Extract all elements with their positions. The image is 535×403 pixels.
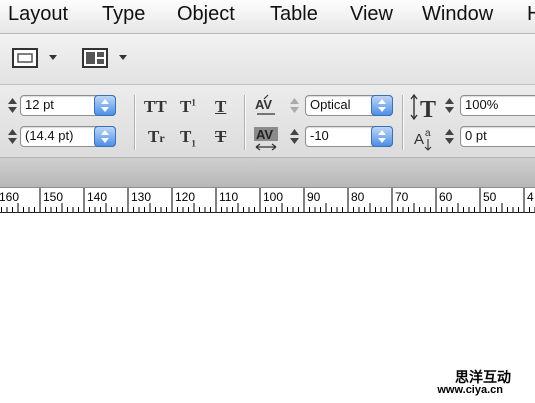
- subscript-icon[interactable]: T1: [180, 127, 196, 148]
- menu-type[interactable]: Type: [102, 3, 145, 26]
- svg-text:A: A: [414, 131, 424, 148]
- watermark-url: www.ciya.cn: [437, 384, 503, 396]
- frame-view-icon: [12, 48, 57, 68]
- all-caps-icon[interactable]: TT: [144, 97, 167, 117]
- ruler-label: 90: [307, 190, 321, 204]
- view-options-menu[interactable]: [10, 45, 60, 71]
- menu-window[interactable]: Window: [422, 3, 493, 26]
- font-size-value: 12 pt: [25, 97, 54, 112]
- kerning-icon: AV: [255, 94, 275, 115]
- document-tab-strip: [0, 158, 535, 188]
- tracking-value: -10: [310, 128, 329, 143]
- menu-layout[interactable]: Layout: [8, 3, 68, 26]
- leading-value: (14.4 pt): [25, 128, 74, 143]
- ruler-label: 140: [87, 190, 108, 204]
- tracking-field[interactable]: -10: [305, 126, 393, 147]
- vertical-scale-icon: T: [410, 93, 436, 121]
- vertical-scale-field[interactable]: 100%: [460, 95, 535, 116]
- font-size-field[interactable]: 12 pt: [20, 95, 116, 116]
- ruler-label: 160: [0, 190, 20, 204]
- baseline-shift-stepper[interactable]: [444, 126, 455, 147]
- baseline-shift-icon: A a: [414, 128, 432, 151]
- leading-stepper[interactable]: [7, 126, 18, 147]
- font-size-stepper[interactable]: [7, 95, 18, 116]
- updown-arrows-icon: [101, 99, 109, 112]
- ruler-label: 70: [395, 190, 409, 204]
- svg-text:AV: AV: [255, 97, 272, 112]
- kerning-stepper[interactable]: [289, 95, 300, 116]
- arrange-documents-menu[interactable]: [80, 45, 130, 71]
- menu-object[interactable]: Object: [177, 3, 235, 26]
- kerning-field[interactable]: Optical: [305, 95, 393, 116]
- ruler-label: 60: [439, 190, 453, 204]
- chevron-down-icon: [119, 55, 127, 60]
- ruler-label: 120: [175, 190, 196, 204]
- character-control-panel: 12 pt (14.4 pt) TT T1 T Tr T1 T AV Optic…: [0, 85, 535, 158]
- tracking-stepper[interactable]: [289, 126, 300, 147]
- superscript-icon[interactable]: T1: [180, 97, 196, 117]
- layout-grid-icon: [82, 48, 127, 68]
- vertical-scale-stepper[interactable]: [444, 95, 455, 116]
- menu-bar: Layout Type Object Table View Window H: [0, 0, 535, 34]
- leading-field[interactable]: (14.4 pt): [20, 126, 116, 147]
- ruler-label: 80: [351, 190, 365, 204]
- separator: [402, 95, 403, 150]
- underline-icon[interactable]: T: [215, 97, 226, 117]
- small-caps-icon[interactable]: Tr: [148, 127, 165, 147]
- svg-text:AV: AV: [256, 127, 273, 142]
- font-size-dropdown[interactable]: [94, 95, 116, 116]
- ruler-label: 100: [263, 190, 284, 204]
- chevron-down-icon: [49, 55, 57, 60]
- tracking-dropdown[interactable]: [371, 126, 393, 147]
- application-bar: [0, 34, 535, 85]
- strikethrough-icon[interactable]: T: [215, 127, 226, 147]
- menu-help[interactable]: H: [527, 3, 535, 26]
- ruler-label: 130: [131, 190, 152, 204]
- updown-arrows-icon: [378, 130, 386, 143]
- vertical-scale-value: 100%: [465, 97, 499, 112]
- menu-table[interactable]: Table: [270, 3, 318, 26]
- ruler-label: 110: [219, 190, 239, 204]
- svg-text:a: a: [425, 128, 431, 139]
- ruler-label: 50: [483, 190, 497, 204]
- separator: [134, 95, 135, 150]
- menu-view[interactable]: View: [350, 3, 393, 26]
- ruler-label: 4: [527, 190, 534, 204]
- kerning-dropdown[interactable]: [371, 95, 393, 116]
- baseline-shift-value: 0 pt: [465, 128, 487, 143]
- updown-arrows-icon: [101, 130, 109, 143]
- tracking-icon: AV: [254, 127, 278, 151]
- baseline-shift-field[interactable]: 0 pt: [460, 126, 535, 147]
- separator: [244, 95, 245, 150]
- ruler-label: 150: [43, 190, 64, 204]
- updown-arrows-icon: [378, 99, 386, 112]
- leading-dropdown[interactable]: [94, 126, 116, 147]
- horizontal-ruler[interactable]: 160 150 140 130 120 110 100 90 80 70 60 …: [0, 188, 535, 213]
- svg-text:T: T: [420, 97, 436, 121]
- kerning-value: Optical: [310, 97, 351, 112]
